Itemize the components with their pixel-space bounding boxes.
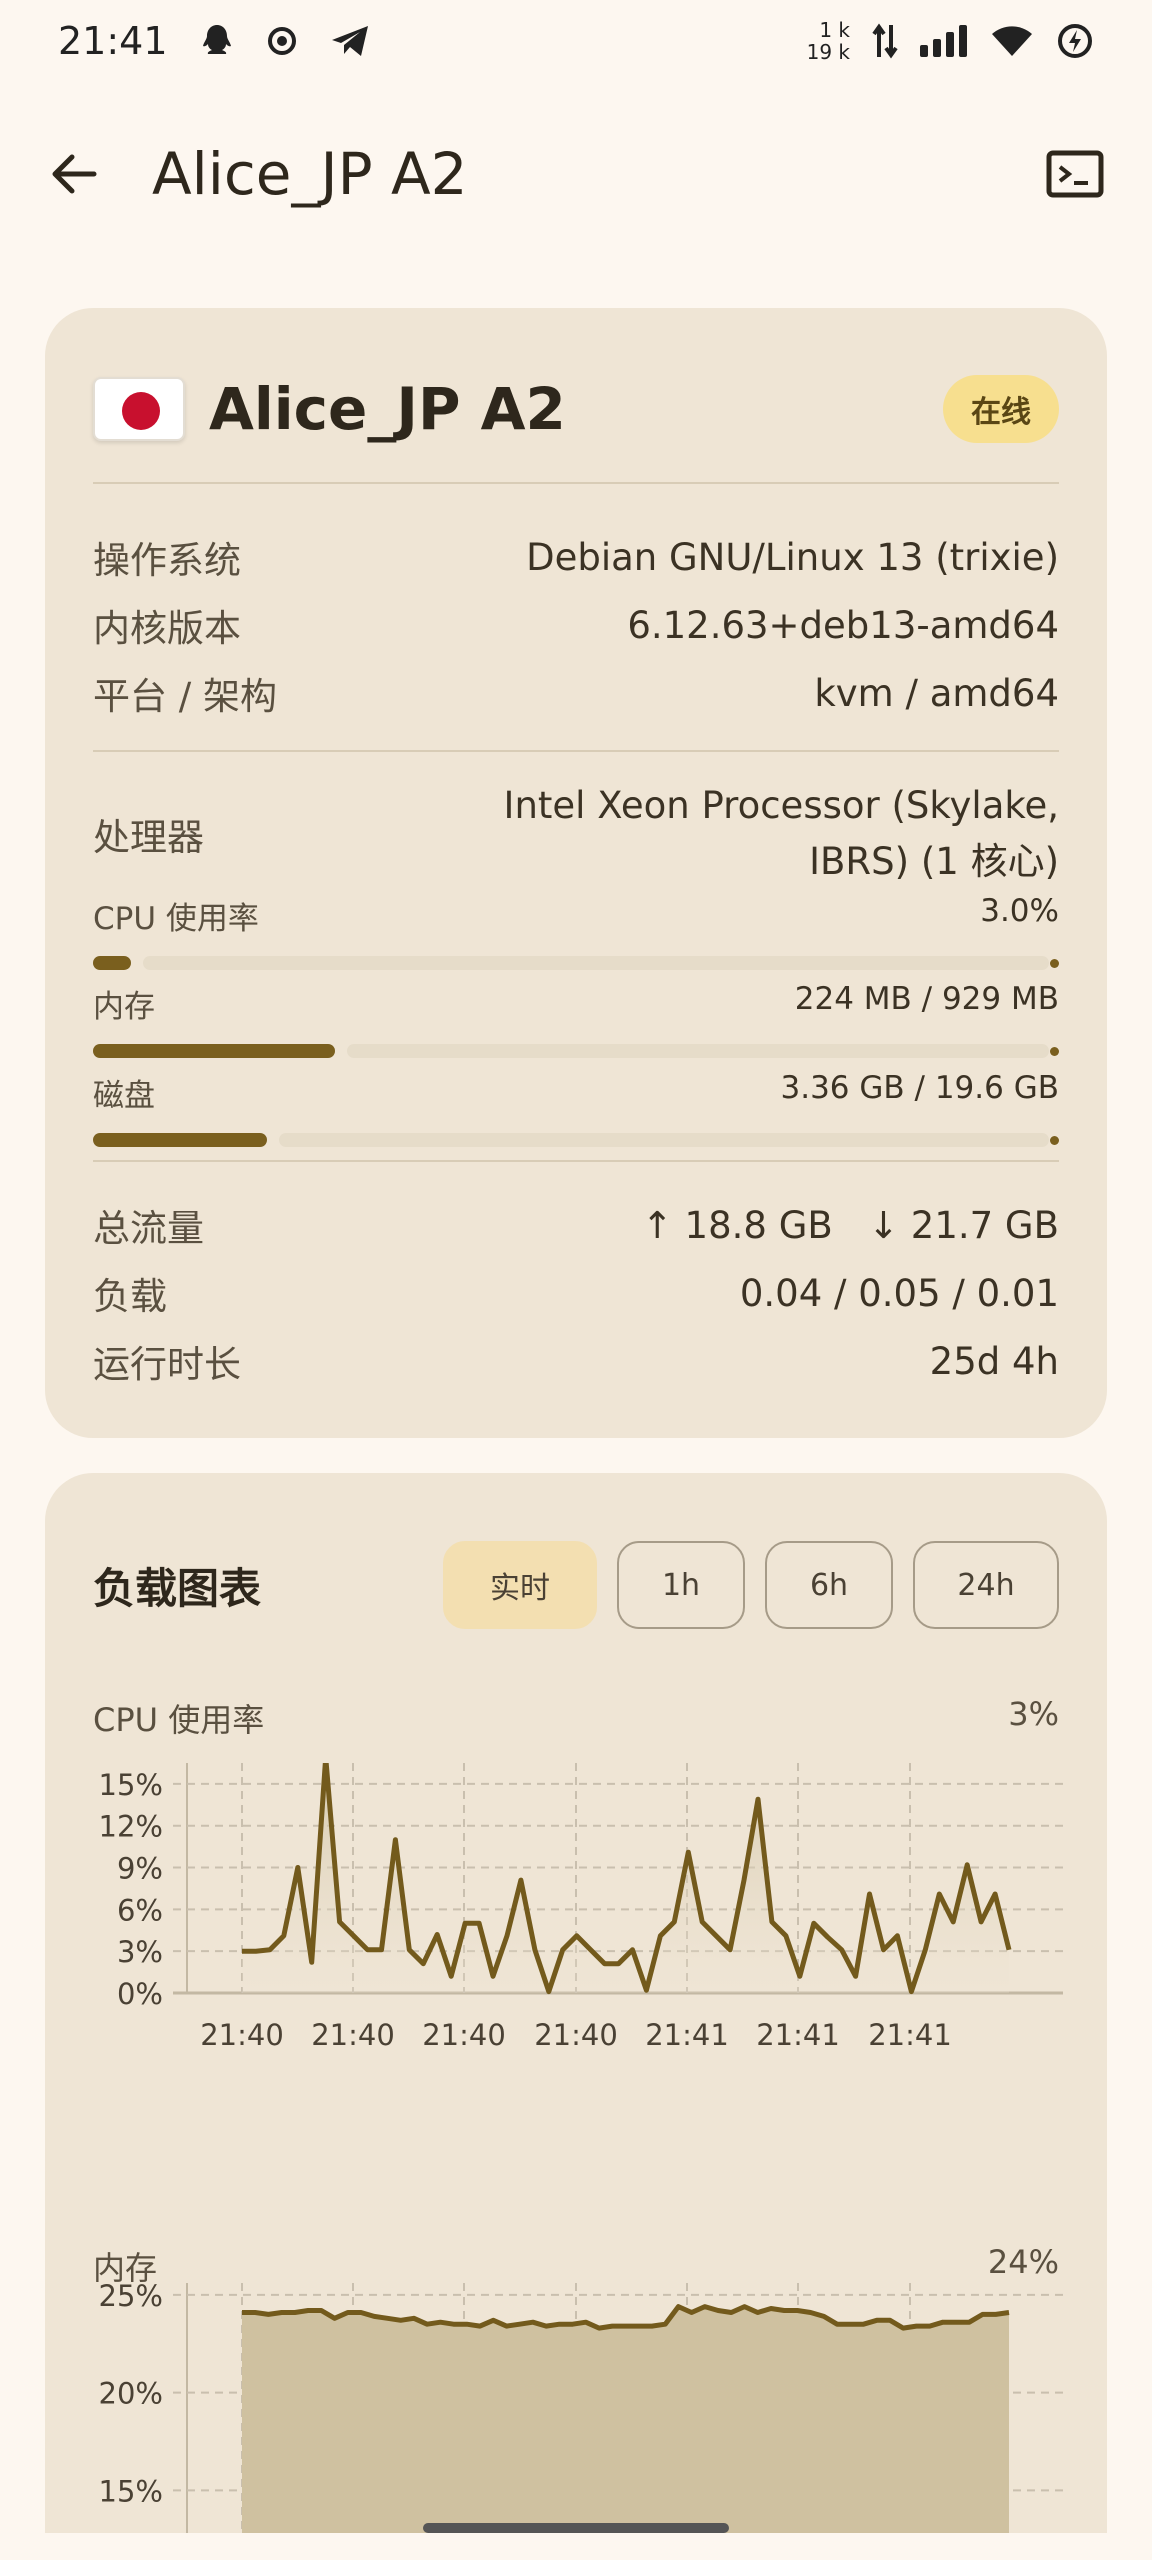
top-app-bar: Alice_JP A2 — [0, 110, 1152, 238]
record-icon — [266, 25, 298, 57]
qq-notification-icon — [200, 23, 234, 59]
net-up-speed: 1 k — [819, 18, 850, 42]
cpu-model-line1: Intel Xeon Processor (Skylake, — [503, 784, 1059, 827]
y-tick-label: 6% — [117, 1893, 163, 1927]
arrow-back-icon — [52, 154, 97, 194]
info-label: 平台 / 架构 — [93, 675, 277, 718]
net-speed: 1 k 19 k — [807, 19, 850, 63]
info-row-cpu-model: 处理器 Intel Xeon Processor (Skylake, IBRS)… — [93, 778, 1059, 890]
x-tick-label: 21:41 — [645, 2018, 729, 2052]
usage-disk: 磁盘 3.36 GB / 19.6 GB — [93, 1070, 1059, 1147]
y-tick-label: 9% — [117, 1852, 163, 1886]
server-info-card: Alice_JP A2 在线 操作系统 Debian GNU/Linux 13 … — [45, 308, 1107, 1438]
info-row-os: 操作系统 Debian GNU/Linux 13 (trixie) — [93, 530, 1059, 584]
info-label: 处理器 — [93, 816, 204, 859]
range-chip-1h[interactable]: 1h — [617, 1541, 745, 1629]
signal-icon — [920, 25, 968, 57]
battery-charging-icon — [1056, 22, 1094, 60]
memory-usage-chart: 15% 20% 25% — [99, 2283, 1063, 2533]
usage-label: 磁盘 — [93, 1078, 155, 1114]
info-row-load: 负载 0.04 / 0.05 / 0.01 — [93, 1266, 1059, 1320]
info-value: ↑ 18.8 GB ↓ 21.7 GB — [641, 1203, 1059, 1247]
back-button[interactable] — [48, 149, 98, 199]
page-title: Alice_JP A2 — [152, 140, 468, 208]
y-tick-label: 15% — [99, 1768, 163, 1802]
y-tick-label: 20% — [99, 2377, 163, 2411]
info-label: 内核版本 — [93, 607, 241, 650]
info-value: Debian GNU/Linux 13 (trixie) — [526, 535, 1059, 579]
chart-plot: 0% 3% 6% 9% 12% 15% 21:40 21:40 21:40 21:40 21:41 2… — [99, 1763, 1063, 2052]
terminal-button[interactable] — [1046, 150, 1104, 198]
chart-current-value: 3% — [1008, 1695, 1059, 1733]
usage-memory: 内存 224 MB / 929 MB — [93, 981, 1059, 1058]
data-transfer-icon — [872, 23, 898, 59]
status-bar: 21:41 1 k 19 k — [0, 0, 1152, 82]
y-tick-label: 12% — [99, 1810, 163, 1844]
range-chip-24h[interactable]: 24h — [913, 1541, 1059, 1629]
usage-value: 3.36 GB / 19.6 GB — [780, 1070, 1060, 1106]
telegram-icon — [330, 24, 370, 58]
y-tick-label: 25% — [99, 2283, 163, 2313]
net-down-speed: 19 k — [806, 40, 850, 64]
chart-title: CPU 使用率 — [93, 1701, 265, 1739]
series-area — [242, 2306, 1009, 2533]
cpu-model-line2: IBRS) (1 核心) — [809, 840, 1059, 883]
x-tick-label: 21:40 — [534, 2018, 618, 2052]
jp-flag-icon — [93, 377, 185, 441]
charts-header: 负载图表 实时 1h 6h 24h — [93, 1541, 1059, 1629]
cpu-chart-header: CPU 使用率 3% — [93, 1695, 1059, 1741]
divider — [93, 750, 1059, 752]
server-name: Alice_JP A2 — [209, 375, 566, 443]
load-charts-card: 负载图表 实时 1h 6h 24h CPU 使用率 3% 0% 3% 6% 9% 12%… — [45, 1473, 1107, 2533]
x-tick-label: 21:41 — [868, 2018, 952, 2052]
divider — [93, 1160, 1059, 1162]
range-selector: 实时 1h 6h 24h — [443, 1541, 1059, 1629]
usage-label: 内存 — [93, 989, 155, 1025]
usage-bar — [93, 1133, 1059, 1147]
status-left: 21:41 — [58, 19, 370, 63]
terminal-icon — [1046, 150, 1104, 198]
cpu-usage-chart: 0% 3% 6% 9% 12% 15% 21:40 21:40 21:40 21:40 21:41 2… — [99, 1763, 1063, 2052]
info-row-kernel: 内核版本 6.12.63+deb13-amd64 — [93, 598, 1059, 652]
usage-cpu: CPU 使用率 3.0% — [93, 893, 1059, 970]
home-indicator[interactable] — [423, 2523, 729, 2533]
usage-bar — [93, 1044, 1059, 1058]
info-label: 负载 — [93, 1275, 167, 1318]
usage-label: CPU 使用率 — [93, 901, 259, 937]
info-label: 总流量 — [93, 1207, 204, 1250]
status-time: 21:41 — [58, 19, 168, 63]
range-chip-realtime[interactable]: 实时 — [443, 1541, 597, 1629]
info-value: Intel Xeon Processor (Skylake, IBRS) (1 … — [504, 778, 1059, 890]
info-row-traffic: 总流量 ↑ 18.8 GB ↓ 21.7 GB — [93, 1198, 1059, 1252]
server-header: Alice_JP A2 在线 — [93, 368, 1059, 450]
range-chip-6h[interactable]: 6h — [765, 1541, 893, 1629]
x-tick-label: 21:40 — [311, 2018, 395, 2052]
x-tick-label: 21:40 — [422, 2018, 506, 2052]
chart-plot: 15% 20% 25% — [99, 2283, 1063, 2533]
info-value: kvm / amd64 — [814, 671, 1059, 715]
info-value: 6.12.63+deb13-amd64 — [627, 603, 1059, 647]
info-label: 操作系统 — [93, 539, 241, 582]
wifi-icon — [990, 24, 1034, 58]
x-tick-label: 21:40 — [200, 2018, 284, 2052]
usage-bar — [93, 956, 1059, 970]
info-value: 0.04 / 0.05 / 0.01 — [739, 1271, 1059, 1315]
status-right: 1 k 19 k — [807, 19, 1094, 63]
info-row-uptime: 运行时长 25d 4h — [93, 1334, 1059, 1388]
y-tick-label: 15% — [99, 2474, 163, 2508]
usage-value: 224 MB / 929 MB — [794, 981, 1059, 1017]
x-tick-label: 21:41 — [756, 2018, 840, 2052]
info-row-platform: 平台 / 架构 kvm / amd64 — [93, 666, 1059, 720]
usage-value: 3.0% — [980, 893, 1059, 929]
divider — [93, 482, 1059, 484]
status-badge: 在线 — [943, 375, 1059, 443]
info-label: 运行时长 — [93, 1343, 241, 1386]
y-tick-label: 0% — [117, 1977, 163, 2011]
charts-title: 负载图表 — [93, 1563, 262, 1613]
y-tick-label: 3% — [117, 1935, 163, 1969]
info-value: 25d 4h — [929, 1339, 1059, 1383]
